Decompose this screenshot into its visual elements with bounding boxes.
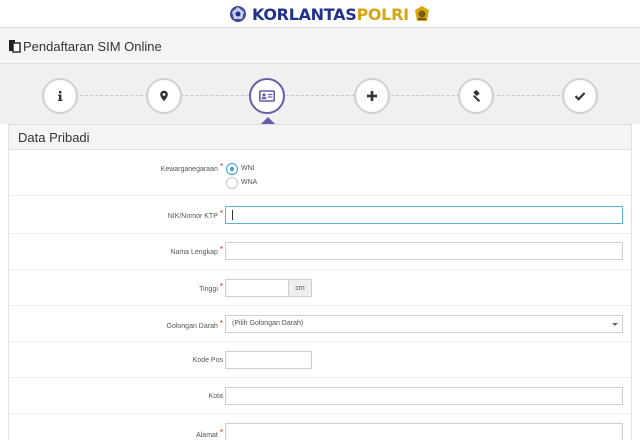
nik-label: NIK/Nomor KTP * <box>167 209 223 220</box>
radio-wna[interactable] <box>226 177 238 189</box>
radio-wna-label[interactable]: WNA <box>241 179 257 186</box>
name-row: Nama Lengkap * <box>9 234 631 270</box>
blood-type-row: Golongan Darah * (Pilih Golongan Darah) <box>9 306 631 342</box>
address-row: Alamat * <box>9 414 631 440</box>
page-title: Pendaftaran SIM Online <box>23 39 162 54</box>
postal-code-row: Kode Pos <box>9 342 631 378</box>
height-unit: cm <box>288 279 312 297</box>
postal-code-label: Kode Pos <box>192 357 223 364</box>
location-pin-icon <box>160 90 168 102</box>
document-icon <box>9 40 21 53</box>
full-name-input[interactable] <box>225 242 623 260</box>
plus-icon <box>367 91 377 101</box>
blood-type-label: Golongan Darah * <box>166 319 224 330</box>
address-input[interactable] <box>225 423 623 440</box>
police-badge-icon <box>414 6 429 21</box>
name-label: Nama Lengkap * <box>170 245 223 256</box>
active-step-pointer <box>261 117 275 124</box>
info-icon <box>58 91 63 101</box>
radio-wni[interactable] <box>226 163 238 175</box>
personal-data-panel: Data Pribadi Kewarganegaraan * WNI WNA NI… <box>8 124 632 440</box>
step-health[interactable] <box>354 78 390 114</box>
step-info[interactable] <box>42 78 78 114</box>
check-icon <box>574 92 586 101</box>
page-header: Pendaftaran SIM Online <box>0 28 640 64</box>
city-label: Kota <box>208 393 223 400</box>
citizenship-row: Kewarganegaraan * WNI WNA <box>9 150 631 196</box>
step-wizard <box>0 64 640 124</box>
city-row: Kota <box>9 378 631 414</box>
brand-name-secondary: POLRI <box>356 4 409 24</box>
police-emblem-icon <box>230 6 246 22</box>
radio-wni-label[interactable]: WNI <box>241 165 255 172</box>
city-input[interactable] <box>225 387 623 405</box>
chevron-down-icon <box>612 323 618 326</box>
top-bar: KORLANTAS POLRI <box>0 0 640 28</box>
step-identity[interactable] <box>249 78 285 114</box>
step-confirm[interactable] <box>562 78 598 114</box>
id-card-icon <box>259 90 275 102</box>
gavel-icon <box>472 89 480 102</box>
text-caret <box>232 210 233 220</box>
step-legal[interactable] <box>458 78 494 114</box>
section-title: Data Pribadi <box>9 125 631 150</box>
height-input[interactable] <box>225 279 289 297</box>
citizenship-label: Kewarganegaraan * <box>160 162 223 173</box>
height-row: Tinggi * cm <box>9 270 631 306</box>
postal-code-input[interactable] <box>225 351 312 369</box>
address-label: Alamat * <box>196 428 223 439</box>
brand-logo[interactable]: KORLANTAS POLRI <box>228 3 432 25</box>
height-label: Tinggi * <box>199 282 223 293</box>
nik-row: NIK/Nomor KTP * <box>9 196 631 234</box>
nik-input[interactable] <box>225 206 623 224</box>
step-location[interactable] <box>146 78 182 114</box>
brand-name-primary: KORLANTAS <box>252 4 357 24</box>
step-connector <box>60 95 580 96</box>
blood-type-select[interactable]: (Pilih Golongan Darah) <box>225 315 623 333</box>
